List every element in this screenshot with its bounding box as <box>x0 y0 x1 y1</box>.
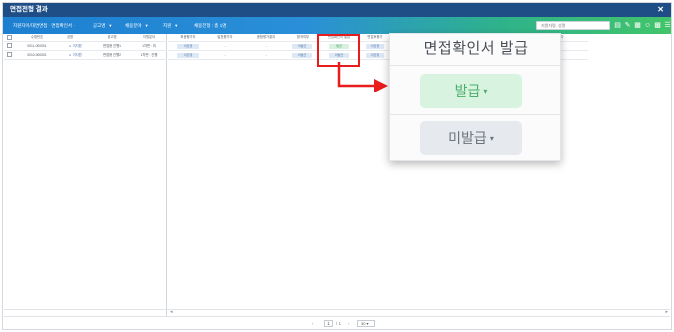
chevron-down-icon: ▼ <box>174 23 179 28</box>
user-icon[interactable]: ☺ <box>644 21 651 30</box>
filter-label: 공고명 <box>93 23 106 28</box>
header-exam-no[interactable]: 수험번호 <box>22 34 52 41</box>
toolbar-icons: ▤ ✎ ▦ ☺ ▩ ☰ <box>614 21 671 30</box>
print-icon[interactable]: ▤ <box>614 21 621 30</box>
next-page-icon[interactable]: › <box>348 320 350 327</box>
pass-dropdown[interactable]: 미발급 <box>292 43 312 49</box>
caret-down-icon: ▾ <box>489 134 494 143</box>
issue-button[interactable]: 발급 ▾ <box>420 74 522 108</box>
horizontal-scrollbar[interactable]: ◂ ▸ <box>4 309 670 315</box>
filter-posting[interactable]: 공고명 ▼ <box>93 17 112 34</box>
pass-dropdown[interactable]: 미발급 <box>292 52 312 58</box>
cell-posting: 면접용 진행2 <box>103 53 121 57</box>
cell-presentation: - <box>224 44 226 48</box>
window-title: 면접전형 결과 <box>10 6 48 13</box>
cell-field: 1차면 : 미 <box>142 44 156 48</box>
header-post-evaluation[interactable]: 면접후평가 <box>361 34 389 41</box>
filter-toolbar: 지원자이/대면면접 · 면접확인서 · 공고명 ▼ 채용분야 ▼ 지원 ▼ 채용전형 … <box>3 17 671 34</box>
current-page-input[interactable]: 1 <box>324 320 333 327</box>
divider <box>390 114 562 115</box>
divider <box>4 59 167 60</box>
user-icon: ☺ <box>68 53 72 57</box>
total-pages: / 1 <box>336 321 342 326</box>
chevron-down-icon: ▼ <box>144 23 149 28</box>
final-evaluator-dropdown[interactable]: 미진행 <box>177 43 199 49</box>
cell-exam-no: 0011-000001 <box>27 44 47 48</box>
final-evaluator-dropdown[interactable]: 미진행 <box>177 52 199 58</box>
cell-presentation: - <box>224 53 226 57</box>
issue-label: 발급 <box>454 83 481 99</box>
pagination: ‹ 1 / 1 › 30 ▾ <box>4 316 670 329</box>
not-issue-button[interactable]: 미발급 ▾ <box>420 121 522 155</box>
cell-applicant-name[interactable]: ☺ 이지원 <box>64 51 86 59</box>
search-input[interactable] <box>536 21 610 30</box>
header-pass[interactable]: 합격여부 <box>288 34 318 41</box>
caret-down-icon: ▾ <box>483 87 488 96</box>
header-presentation-evaluator[interactable]: 발표평가자 <box>208 34 242 41</box>
filter-interview-type[interactable]: 지원자이/대면면접 · 면접확인서 · <box>13 17 75 34</box>
filter-label: 채용분야 <box>125 23 142 28</box>
filter-label: 지원자이/대면면접 · 면접확인서 · <box>13 23 75 28</box>
applicant-name: 이지원 <box>72 53 82 57</box>
header-name[interactable]: 성명 <box>59 34 81 41</box>
popup-title: 면접확인서 발급 <box>390 34 562 66</box>
not-issue-label: 미발급 <box>448 130 487 146</box>
applicant-count: 채용전형 : 총 1명 <box>194 17 226 34</box>
header-total-result[interactable]: 종합평가결과 <box>248 34 284 41</box>
certificate-issue-popup: 면접확인서 발급 발급 ▾ 미발급 ▾ <box>389 33 562 161</box>
filter-label: 지원 <box>163 23 172 28</box>
post-eval-dropdown[interactable]: 미진행 <box>366 43 384 49</box>
pointer-arrow-icon <box>337 62 388 92</box>
document-icon[interactable]: ▦ <box>634 21 641 30</box>
cell-posting: 면접용 진행1 <box>103 44 121 48</box>
cell-applicant-name[interactable]: ☺ 이지원 <box>64 42 86 50</box>
grid-icon[interactable]: ▩ <box>654 21 661 30</box>
cell-total: - <box>265 53 267 57</box>
scroll-left-icon[interactable]: ◂ <box>170 309 173 315</box>
edit-icon[interactable]: ✎ <box>624 21 631 30</box>
header-field[interactable]: 지원분야 <box>134 34 164 41</box>
chevron-down-icon: ▼ <box>108 23 113 28</box>
title-bar: 면접전형 결과 ✕ <box>3 3 671 17</box>
count-label: 채용전형 : 총 1명 <box>194 23 227 28</box>
user-icon: ☺ <box>68 44 72 48</box>
cell-exam-no: 0010-000001 <box>27 53 47 57</box>
close-icon[interactable]: ✕ <box>657 3 664 17</box>
row-checkbox[interactable] <box>7 43 12 48</box>
filter-field[interactable]: 채용분야 ▼ <box>125 17 149 34</box>
cell-total: - <box>265 44 267 48</box>
header-final-evaluator[interactable]: 최종평가자 <box>172 34 204 41</box>
filter-apply[interactable]: 지원 ▼ <box>163 17 178 34</box>
select-all-checkbox[interactable] <box>7 35 12 40</box>
scroll-right-icon[interactable]: ▸ <box>665 309 668 315</box>
search-icon[interactable]: ⌕ <box>603 21 610 30</box>
applicant-list-pane: 수험번호 성명 공고명 지원분야 0011-000001 ☺ 이지원 면접용 진… <box>4 34 167 316</box>
page-size-select[interactable]: 30 ▾ <box>357 320 375 327</box>
header-posting[interactable]: 공고명 <box>92 34 132 41</box>
list-icon[interactable]: ☰ <box>664 21 671 30</box>
prev-page-icon[interactable]: ‹ <box>312 320 314 327</box>
cell-field: 1차면 : 진행 <box>140 53 158 57</box>
applicant-name: 이지원 <box>72 44 82 48</box>
post-eval-dropdown[interactable]: 미진행 <box>366 52 384 58</box>
row-checkbox[interactable] <box>7 52 12 57</box>
